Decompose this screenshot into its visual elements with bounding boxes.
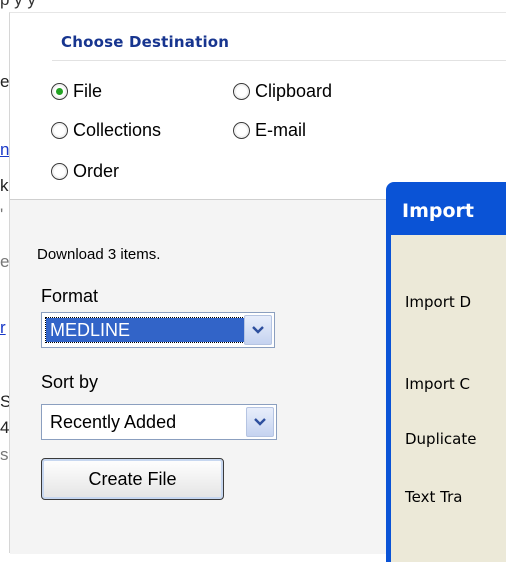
import-dialog-title: Import [402,200,474,222]
radio-label: E-mail [255,120,307,140]
format-selected-value: MEDLINE [45,317,245,343]
destination-clipboard-radio[interactable]: Clipboard [233,81,332,102]
format-select[interactable]: MEDLINE [41,312,275,348]
radio-unchecked-icon [51,163,68,180]
format-label: Format [41,286,99,306]
import-option-label: Import D [405,293,472,311]
text-translation-label: Text Tra [405,488,463,506]
import-dialog-body: Import D Import C Duplicate Text Tra [391,235,506,562]
import-option-label: Import C [405,375,471,393]
destination-email-radio[interactable]: E-mail [233,120,306,141]
radio-unchecked-icon [233,122,250,139]
background-fragment: k [0,176,9,195]
choose-destination-heading: Choose Destination [61,33,230,51]
destination-section: Choose Destination File Clipboard Collec… [10,13,506,198]
duplicate-option-label: Duplicate [405,430,477,448]
create-file-button[interactable]: Create File [41,458,224,500]
background-text-cut: p y y [0,0,36,10]
radio-label: File [73,81,103,101]
destination-order-radio[interactable]: Order [51,161,119,182]
sort-selected-value: Recently Added [50,411,177,432]
radio-label: Collections [73,120,162,140]
radio-label: Clipboard [255,81,333,101]
sort-by-select[interactable]: Recently Added [41,404,277,440]
background-fragment: ' [0,205,4,224]
import-dialog: Import Import D Import C Duplicate Text … [386,182,506,562]
heading-divider [52,60,506,61]
chevron-down-icon[interactable] [244,315,272,345]
radio-checked-icon [51,83,68,100]
download-count-text: Download 3 items. [37,246,161,263]
background-fragment: s [0,445,9,464]
background-link-fragment[interactable]: r [0,318,6,338]
sort-by-label: Sort by [41,372,99,392]
destination-file-radio[interactable]: File [51,81,102,102]
radio-label: Order [73,161,120,181]
radio-unchecked-icon [51,122,68,139]
chevron-down-icon[interactable] [246,407,274,437]
destination-collections-radio[interactable]: Collections [51,120,161,141]
radio-unchecked-icon [233,83,250,100]
